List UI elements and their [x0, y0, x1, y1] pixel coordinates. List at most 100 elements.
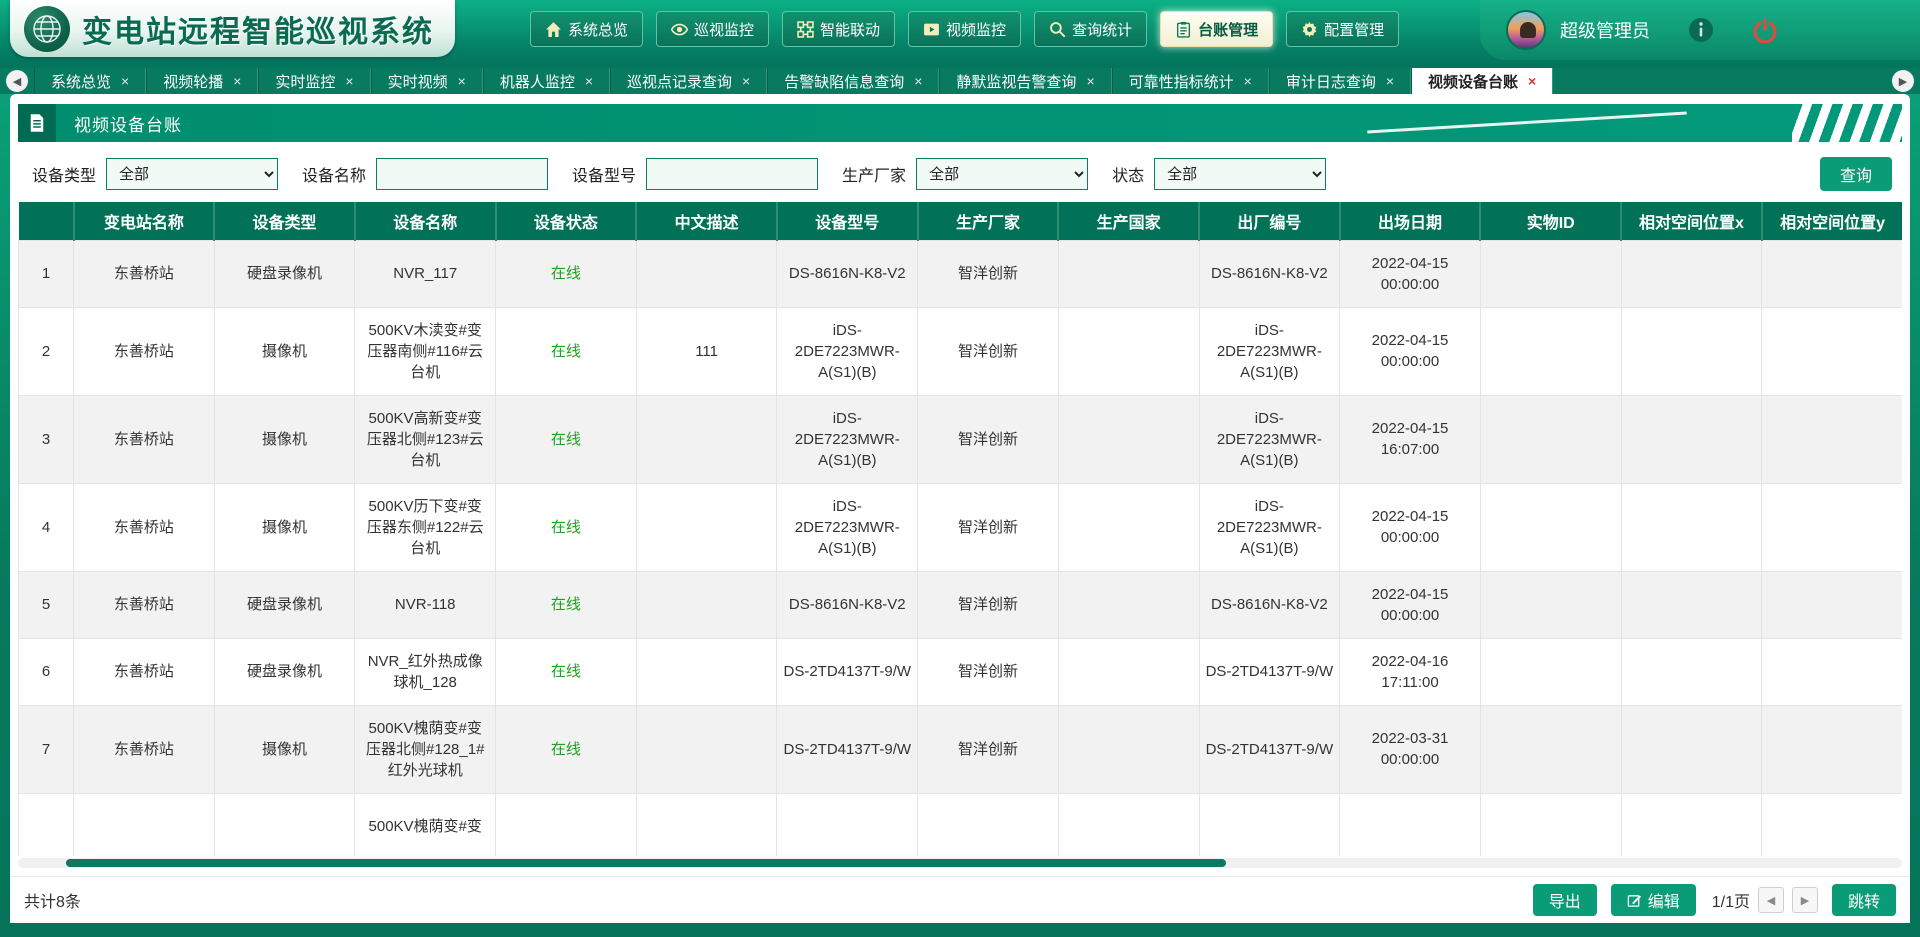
- table-cell: DS-2TD4137T-9/W: [1199, 638, 1340, 705]
- tab-close-icon[interactable]: ×: [742, 73, 750, 89]
- table-row-6[interactable]: 6东善桥站硬盘录像机NVR_红外热成像球机_128在线DS-2TD4137T-9…: [19, 638, 1903, 705]
- tab-close-icon[interactable]: ×: [121, 73, 129, 89]
- table-cell: iDS-2DE7223MWR-A(S1)(B): [777, 307, 918, 395]
- app-logo-globe-icon: [24, 6, 70, 52]
- tab-item-3[interactable]: 实时视频×: [371, 68, 483, 94]
- tab-item-5[interactable]: 巡视点记录查询×: [610, 68, 767, 94]
- tab-item-10[interactable]: 视频设备台账 ×: [1411, 68, 1553, 94]
- tab-item-2[interactable]: 实时监控×: [258, 68, 370, 94]
- table-row-2[interactable]: 2东善桥站摄像机500KV木渎变#变压器南侧#116#云台机在线111iDS-2…: [19, 307, 1903, 395]
- table-row-3[interactable]: 3东善桥站摄像机500KV高新变#变压器北侧#123#云台机在线iDS-2DE7…: [19, 395, 1903, 483]
- tab-close-icon[interactable]: ×: [914, 73, 922, 89]
- table-cell: iDS-2DE7223MWR-A(S1)(B): [1199, 483, 1340, 571]
- table-cell: [1762, 307, 1902, 395]
- table-cell: [1621, 638, 1762, 705]
- device-table: 变电站名称设备类型设备名称设备状态中文描述设备型号生产厂家生产国家出厂编号出场日…: [18, 202, 1902, 856]
- table-cell: 智洋创新: [918, 483, 1059, 571]
- next-page-icon[interactable]: ▶: [1792, 887, 1818, 913]
- table-cell: 硬盘录像机: [214, 638, 355, 705]
- edit-button[interactable]: 编辑: [1611, 884, 1696, 916]
- tabs-scroll-left-icon[interactable]: ◀: [6, 70, 28, 92]
- tab-label: 视频设备台账: [1428, 71, 1518, 92]
- tab-label: 告警缺陷信息查询: [784, 71, 904, 92]
- tab-label: 静默监视告警查询: [956, 71, 1076, 92]
- manufacturer-select[interactable]: 全部: [916, 158, 1088, 190]
- table-cell: 2022-03-31 00:00:00: [1340, 705, 1481, 793]
- status-label: 状态: [1112, 162, 1144, 186]
- search-button[interactable]: 查询: [1820, 157, 1892, 191]
- table-cell: DS-2TD4137T-9/W: [777, 638, 918, 705]
- home-icon: [545, 21, 562, 38]
- column-header: 设备状态: [496, 202, 637, 240]
- device-name-input[interactable]: [376, 158, 548, 190]
- table-cell: [1762, 571, 1902, 638]
- tab-item-7[interactable]: 静默监视告警查询 ×: [939, 68, 1111, 94]
- avatar[interactable]: [1506, 10, 1546, 50]
- horizontal-scrollbar-thumb[interactable]: [66, 859, 1226, 867]
- tab-item-8[interactable]: 可靠性指标统计×: [1112, 68, 1269, 94]
- video-icon: [923, 21, 940, 38]
- tab-close-icon[interactable]: ×: [458, 73, 466, 89]
- status-select[interactable]: 全部: [1154, 158, 1326, 190]
- tab-close-icon[interactable]: ×: [1528, 73, 1536, 89]
- nav-button-6[interactable]: 配置管理: [1286, 11, 1399, 47]
- table-cell: 2022-04-16 17:11:00: [1340, 638, 1481, 705]
- device-type-label: 设备类型: [32, 162, 96, 186]
- table-cell: 摄像机: [214, 307, 355, 395]
- device-type-select[interactable]: 全部: [106, 158, 278, 190]
- tab-close-icon[interactable]: ×: [1386, 73, 1394, 89]
- horizontal-scrollbar[interactable]: [18, 858, 1902, 868]
- tab-label: 视频轮播: [163, 71, 223, 92]
- nav-button-label: 智能联动: [820, 19, 880, 40]
- table-row-8[interactable]: 500KV槐荫变#变: [19, 793, 1903, 856]
- table-row-7[interactable]: 7东善桥站摄像机500KV槐荫变#变压器北侧#128_1#红外光球机在线DS-2…: [19, 705, 1903, 793]
- nav-button-label: 配置管理: [1324, 19, 1384, 40]
- nav-button-0[interactable]: 系统总览: [530, 11, 643, 47]
- nav-button-3[interactable]: 视频监控: [908, 11, 1021, 47]
- table-cell: [1621, 793, 1762, 856]
- device-model-input[interactable]: [646, 158, 818, 190]
- column-header: 设备名称: [355, 202, 496, 240]
- tab-bar: ◀ 系统总览×视频轮播×实时监控×实时视频×机器人监控×巡视点记录查询×告警缺陷…: [0, 68, 1920, 94]
- column-header: 相对空间位置x: [1621, 202, 1762, 240]
- tabs-scroll-right-icon[interactable]: ▶: [1892, 70, 1914, 92]
- table-cell: 4: [19, 483, 74, 571]
- tab-close-icon[interactable]: ×: [585, 73, 593, 89]
- jump-button[interactable]: 跳转: [1832, 884, 1896, 916]
- nav-button-4[interactable]: 查询统计: [1034, 11, 1147, 47]
- tab-close-icon[interactable]: ×: [1244, 73, 1252, 89]
- nav-button-1[interactable]: 巡视监控: [656, 11, 769, 47]
- table-row-4[interactable]: 4东善桥站摄像机500KV历下变#变压器东侧#122#云台机在线iDS-2DE7…: [19, 483, 1903, 571]
- nav-button-5[interactable]: 台账管理: [1160, 11, 1273, 47]
- table-row-1[interactable]: 1东善桥站硬盘录像机NVR_117在线DS-8616N-K8-V2智洋创新DS-…: [19, 240, 1903, 307]
- export-button[interactable]: 导出: [1533, 884, 1597, 916]
- table-cell: [636, 793, 777, 856]
- info-icon[interactable]: [1688, 17, 1714, 43]
- power-logout-icon[interactable]: [1752, 17, 1778, 43]
- tab-item-4[interactable]: 机器人监控×: [483, 68, 610, 94]
- tab-close-icon[interactable]: ×: [1086, 73, 1094, 89]
- tab-close-icon[interactable]: ×: [233, 73, 241, 89]
- nav-button-label: 系统总览: [568, 19, 628, 40]
- table-cell: DS-8616N-K8-V2: [1199, 240, 1340, 307]
- table-cell: [1058, 793, 1199, 856]
- tab-item-1[interactable]: 视频轮播 ×: [146, 68, 258, 94]
- column-header: 生产厂家: [918, 202, 1059, 240]
- tab-item-0[interactable]: 系统总览×: [34, 68, 146, 94]
- table-cell: 在线: [496, 240, 637, 307]
- filter-bar: 设备类型 全部 设备名称 设备型号 生产厂家 全部 状态 全部 查询: [18, 152, 1902, 196]
- tab-close-icon[interactable]: ×: [345, 73, 353, 89]
- table-cell: [636, 483, 777, 571]
- table-cell: [1340, 793, 1481, 856]
- prev-page-icon[interactable]: ◀: [1758, 887, 1784, 913]
- tab-item-9[interactable]: 审计日志查询×: [1269, 68, 1411, 94]
- edit-pencil-icon: [1627, 893, 1642, 908]
- nav-button-2[interactable]: 智能联动: [782, 11, 895, 47]
- table-cell: [1621, 571, 1762, 638]
- table-row-5[interactable]: 5东善桥站硬盘录像机NVR-118在线DS-8616N-K8-V2智洋创新DS-…: [19, 571, 1903, 638]
- tab-item-6[interactable]: 告警缺陷信息查询 ×: [767, 68, 939, 94]
- column-header: 生产国家: [1058, 202, 1199, 240]
- document-icon: [18, 104, 56, 142]
- table-cell: 在线: [496, 483, 637, 571]
- table-cell: NVR_红外热成像球机_128: [355, 638, 496, 705]
